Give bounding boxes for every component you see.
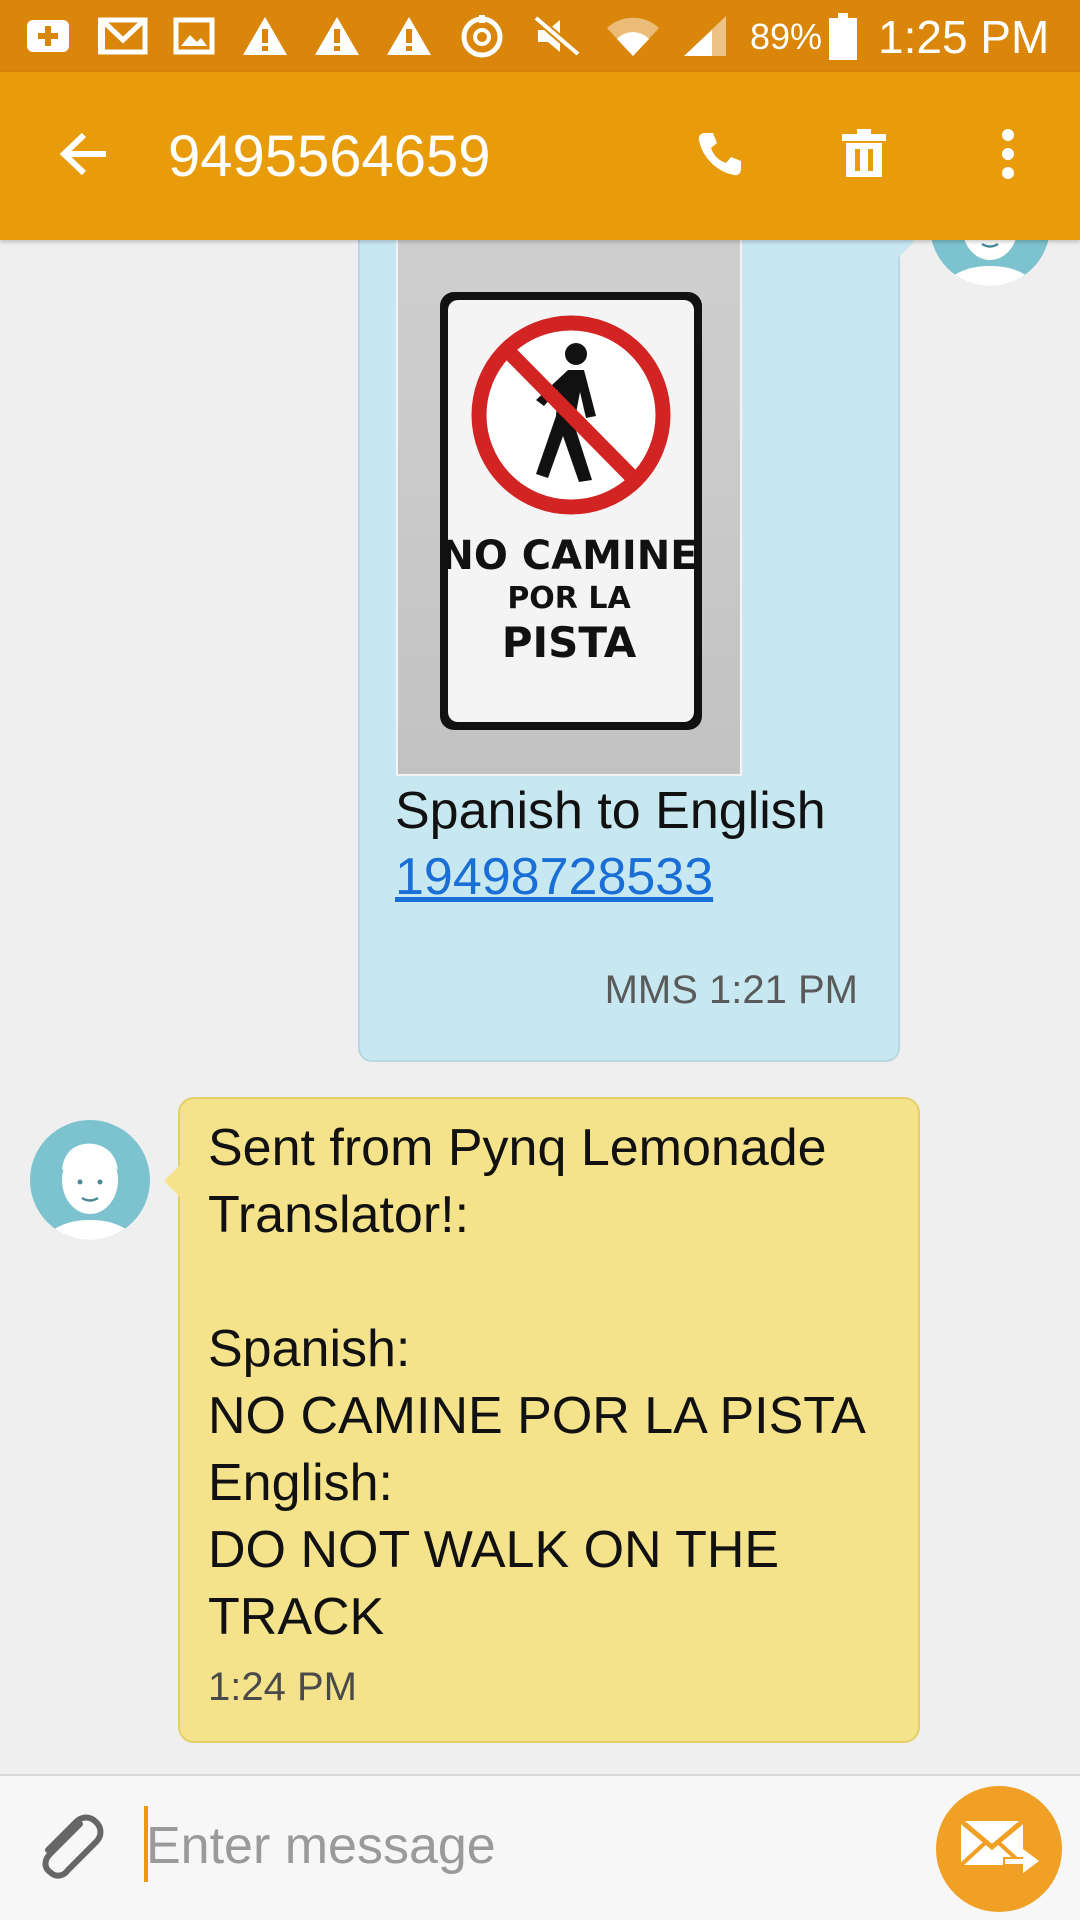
add-icon: [22, 0, 74, 72]
bubble-tail: [164, 1165, 180, 1197]
attach-button[interactable]: [22, 1800, 118, 1896]
gallery-icon: [170, 0, 218, 72]
call-button[interactable]: [676, 112, 764, 200]
warning-icon: [240, 0, 290, 72]
back-arrow-icon: [58, 131, 110, 182]
message-text: Sent from Pynq Lemonade Translator!: Spa…: [208, 1119, 866, 1646]
battery-icon: [826, 0, 860, 72]
phone-number-link[interactable]: 19498728533: [395, 844, 713, 910]
avatar[interactable]: [30, 1120, 150, 1240]
sign-line: POR LA: [507, 581, 631, 616]
gmail-icon: [96, 0, 150, 72]
more-vert-icon: [1001, 128, 1015, 185]
battery-percent: 89%: [750, 16, 823, 57]
sign-line: NO CAMINE: [440, 533, 698, 579]
mute-icon: [530, 0, 584, 72]
outgoing-message-bubble[interactable]: NO CAMINE POR LA PISTA Spanish to Englis…: [358, 240, 914, 1062]
send-button[interactable]: [936, 1786, 1062, 1912]
sync-icon: [456, 0, 508, 72]
message-text: Spanish to English: [395, 782, 826, 840]
send-icon: [957, 1815, 1041, 1884]
message-timestamp: 1:24 PM: [208, 1665, 357, 1709]
message-composer: [0, 1774, 1080, 1920]
delete-button[interactable]: [820, 112, 908, 200]
wifi-icon: [604, 0, 662, 72]
warning-icon: [312, 0, 362, 72]
more-options-button[interactable]: [964, 112, 1052, 200]
status-bar: 89% 1:25 PM: [0, 0, 1080, 72]
trash-icon: [840, 128, 888, 184]
sign-line: PISTA: [501, 618, 637, 667]
phone-icon: [695, 129, 745, 184]
sign-text: NO CAMINE POR LA PISTA: [398, 533, 740, 667]
avatar[interactable]: [930, 240, 1050, 286]
incoming-message-bubble[interactable]: Sent from Pynq Lemonade Translator!: Spa…: [164, 1097, 920, 1743]
conversation-title: 9495564659: [168, 124, 491, 189]
clock: 1:25 PM: [878, 11, 1050, 63]
mms-image-attachment[interactable]: NO CAMINE POR LA PISTA: [396, 240, 742, 776]
message-timestamp: MMS 1:21 PM: [604, 968, 858, 1012]
message-list[interactable]: NO CAMINE POR LA PISTA Spanish to Englis…: [0, 240, 1080, 1774]
back-button[interactable]: [40, 112, 128, 200]
bubble-tail: [898, 240, 914, 258]
warning-icon: [384, 0, 434, 72]
message-input[interactable]: [146, 1800, 906, 1892]
attach-icon: [32, 1808, 108, 1889]
action-bar: 9495564659: [0, 72, 1080, 240]
signal-icon: [680, 0, 730, 72]
